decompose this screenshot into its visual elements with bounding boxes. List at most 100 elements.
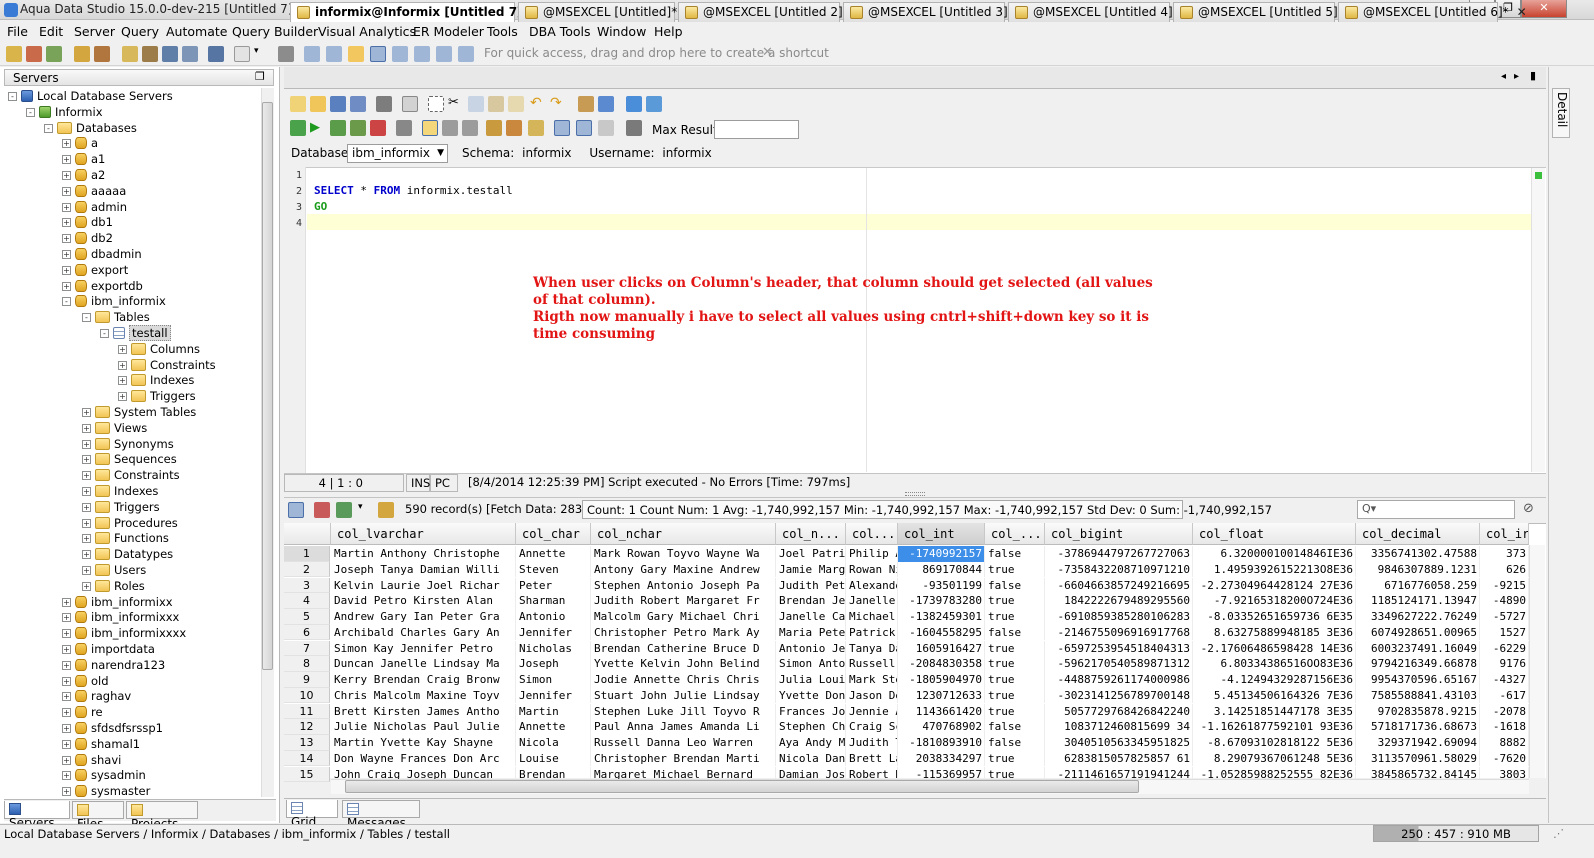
- expand-icon[interactable]: +: [62, 676, 71, 686]
- tree-item[interactable]: - Local Database Servers: [8, 89, 173, 105]
- grid-cell[interactable]: Kelvin Laurie Joel Richar: [331, 577, 516, 594]
- grid-cell[interactable]: Jamie Marg: [776, 561, 846, 578]
- tree-item[interactable]: - Informix: [26, 105, 103, 121]
- grid-cell[interactable]: -6910859385280106283: [1045, 609, 1193, 625]
- expand-icon[interactable]: +: [82, 455, 91, 465]
- grid-cell[interactable]: Julia Loui: [776, 672, 846, 688]
- expand-icon[interactable]: +: [62, 755, 71, 765]
- row-number[interactable]: 13: [284, 735, 330, 751]
- grid-cell[interactable]: Don Wayne Frances Don Arc: [331, 750, 516, 767]
- tree-item[interactable]: - ibm_informix: [62, 294, 166, 310]
- grid-corner[interactable]: [284, 523, 331, 545]
- grid-cell[interactable]: 373: [1480, 546, 1529, 562]
- grid-cell[interactable]: Joel Patri: [776, 546, 846, 562]
- grid-cell[interactable]: Brett La: [846, 750, 898, 767]
- new-server-icon[interactable]: [6, 46, 22, 62]
- expand-icon[interactable]: +: [82, 550, 91, 560]
- grid-cell[interactable]: Julie Nicholas Paul Julie: [331, 719, 516, 735]
- grid-cell[interactable]: 1185124171.13947: [1356, 593, 1480, 609]
- grid-cell[interactable]: -617: [1480, 687, 1529, 704]
- grid-cell[interactable]: true: [985, 672, 1045, 688]
- grid-cell[interactable]: 3.14251851447178 3E35: [1193, 703, 1356, 720]
- server-output-icon[interactable]: [528, 120, 544, 136]
- grid-cell[interactable]: -93501199: [898, 577, 985, 594]
- grid-cell[interactable]: Martin: [516, 703, 591, 720]
- explain-plan-icon[interactable]: [506, 120, 522, 136]
- grid-cell[interactable]: Jodie Annette Chris Chris: [591, 672, 776, 688]
- grid-cell[interactable]: Rowan Ni: [846, 561, 898, 578]
- expand-icon[interactable]: +: [62, 660, 71, 670]
- expand-icon[interactable]: +: [82, 534, 91, 544]
- grid-cell[interactable]: Judith T: [846, 735, 898, 751]
- menu-help[interactable]: Help: [654, 24, 683, 39]
- grid-cell[interactable]: Patrick: [846, 624, 898, 641]
- expand-icon[interactable]: +: [62, 234, 71, 244]
- grid-cell[interactable]: 3349627222.76249: [1356, 609, 1480, 625]
- tree-item[interactable]: + Datatypes: [82, 547, 173, 563]
- grid-cell[interactable]: 626: [1480, 561, 1529, 578]
- grid-cell[interactable]: -6597253954518404313: [1045, 640, 1193, 657]
- tree-item[interactable]: + Constraints: [82, 468, 180, 484]
- paste-icon[interactable]: [488, 96, 504, 112]
- grid-cell[interactable]: 1527: [1480, 624, 1529, 641]
- expand-icon[interactable]: +: [62, 787, 71, 797]
- grid-cell[interactable]: -4327: [1480, 672, 1529, 688]
- undo-icon[interactable]: ↶: [530, 96, 546, 112]
- tab-untitled-6[interactable]: @MSEXCEL [Untitled 6]* ✕: [1338, 2, 1527, 22]
- grid-cell[interactable]: -9215: [1480, 577, 1529, 594]
- grid-cell[interactable]: Frances Jo: [776, 703, 846, 720]
- goto-icon[interactable]: [626, 96, 642, 112]
- scroll-tabs-right-icon[interactable]: ▸: [1514, 71, 1519, 82]
- results-search-input[interactable]: Q▾: [1357, 500, 1515, 519]
- er-modeler-icon[interactable]: [162, 46, 178, 62]
- grid-cell[interactable]: 1083712460815699 34: [1045, 719, 1193, 735]
- tab-files[interactable]: Files: [72, 801, 124, 831]
- tree-item[interactable]: + exportdb: [62, 279, 143, 295]
- refresh-icon[interactable]: [378, 502, 394, 518]
- results-grid-icon[interactable]: [554, 120, 570, 136]
- grid-cell[interactable]: 9954370596.65167: [1356, 672, 1480, 688]
- open-folder-icon[interactable]: [310, 96, 326, 112]
- expand-icon[interactable]: +: [62, 155, 71, 165]
- grid-cell[interactable]: -8.67093102818122 5E36: [1193, 735, 1356, 751]
- grid-cell[interactable]: Judith Robert Margaret Fr: [591, 593, 776, 609]
- grid-cell[interactable]: Brett Kirsten James Antho: [331, 703, 516, 720]
- tab-untitled[interactable]: @MSEXCEL [Untitled]*✕: [518, 2, 695, 22]
- expand-icon[interactable]: +: [62, 250, 71, 259]
- row-number[interactable]: 12: [284, 719, 330, 735]
- expand-icon[interactable]: +: [62, 629, 71, 639]
- tree-item[interactable]: + ibm_informixxxx: [62, 626, 186, 642]
- grid-cell[interactable]: true: [985, 656, 1045, 672]
- bookmark-icon[interactable]: [646, 96, 662, 112]
- grid-cell[interactable]: Michael: [846, 609, 898, 625]
- column-header[interactable]: col_nchar: [591, 523, 776, 545]
- grid-cell[interactable]: -3023141256789700148: [1045, 687, 1193, 704]
- expand-icon[interactable]: +: [82, 502, 91, 512]
- grid-cell[interactable]: Simon: [516, 672, 591, 688]
- grid-cell[interactable]: Janelle: [846, 593, 898, 609]
- expand-icon[interactable]: +: [82, 423, 91, 433]
- grid-cell[interactable]: Stephen Luke Jill Toyvo R: [591, 703, 776, 720]
- column-header[interactable]: col_bigint: [1045, 523, 1193, 545]
- grid-cell[interactable]: Judith Pet: [776, 577, 846, 594]
- grid-cell[interactable]: false: [985, 624, 1045, 641]
- grid-cell[interactable]: 329371942.69094: [1356, 735, 1480, 751]
- grid-cell[interactable]: Antonio Je: [776, 640, 846, 657]
- collapse-icon[interactable]: -: [44, 123, 53, 133]
- layout-5-icon[interactable]: [392, 46, 408, 62]
- grid-cell[interactable]: Andrew Gary Ian Peter Gra: [331, 609, 516, 625]
- expand-icon[interactable]: +: [62, 708, 71, 718]
- grid-cell[interactable]: -2084830358: [898, 656, 985, 672]
- row-number[interactable]: 4: [284, 593, 330, 609]
- tree-item[interactable]: + db2: [62, 231, 113, 247]
- tree-item[interactable]: + a1: [62, 152, 105, 168]
- tree-item[interactable]: + Views: [82, 421, 147, 437]
- grid-cell[interactable]: Russell: [846, 656, 898, 672]
- grid-cell[interactable]: Louise: [516, 750, 591, 767]
- expand-icon[interactable]: +: [62, 645, 71, 654]
- register-server-icon[interactable]: [26, 46, 42, 62]
- grid-cell[interactable]: Jennifer: [516, 624, 591, 641]
- tree-item[interactable]: + a: [62, 136, 98, 152]
- execute-all-icon[interactable]: [290, 120, 306, 136]
- execute-current-icon[interactable]: [330, 120, 346, 136]
